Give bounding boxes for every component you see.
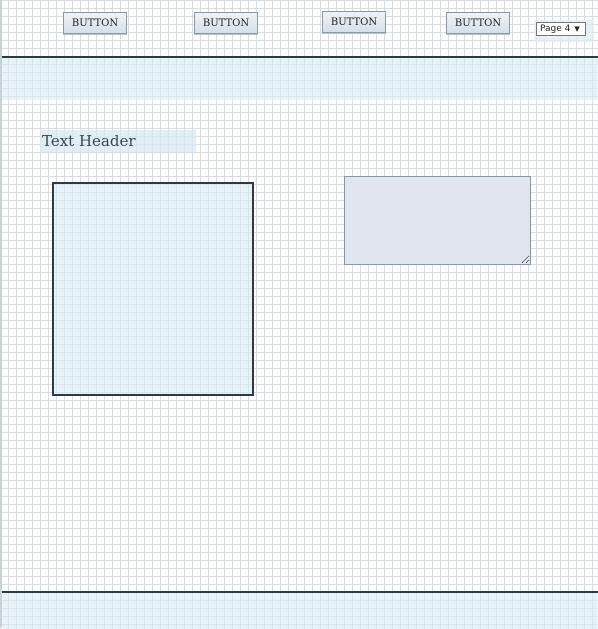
dropdown-arrow-icon: ▼ [574,25,580,33]
page-select[interactable]: Page 4 ▼ [536,22,586,36]
header-band [2,56,598,100]
button-3[interactable]: BUTTON [322,11,386,33]
text-area[interactable] [344,176,531,265]
text-header: Text Header [40,130,196,152]
button-1[interactable]: BUTTON [63,12,127,34]
button-2[interactable]: BUTTON [194,12,258,34]
page-select-value: Page 4 [540,24,571,34]
button-4[interactable]: BUTTON [446,12,510,34]
image-placeholder [52,182,254,396]
footer-band [2,591,598,629]
